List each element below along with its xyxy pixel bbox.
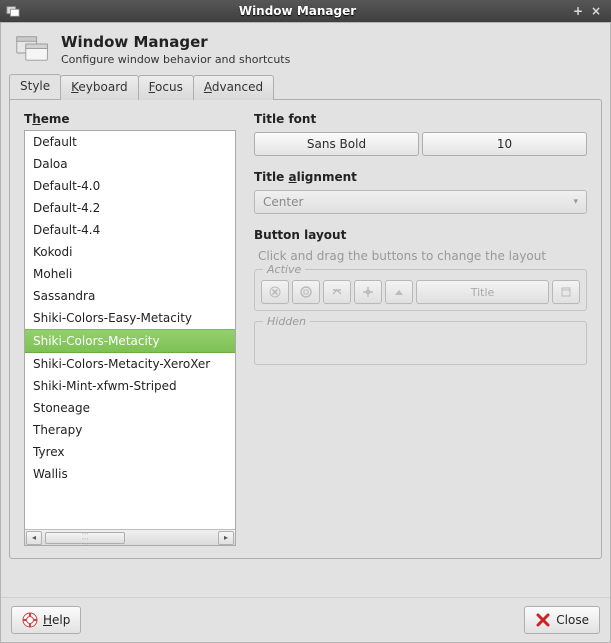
theme-item[interactable]: Default-4.4 bbox=[25, 219, 235, 241]
tab-container: Style Keyboard Focus Advanced Theme Defa… bbox=[1, 74, 610, 559]
window-title: Window Manager bbox=[26, 4, 569, 18]
scroll-track[interactable] bbox=[43, 532, 217, 544]
title-font-label: Title font bbox=[254, 112, 587, 126]
font-chooser-button[interactable]: Sans Bold bbox=[254, 132, 419, 156]
theme-list[interactable]: DefaultDaloaDefault-4.0Default-4.2Defaul… bbox=[24, 130, 236, 546]
theme-item[interactable]: Shiki-Colors-Easy-Metacity bbox=[25, 307, 235, 329]
theme-item[interactable]: Daloa bbox=[25, 153, 235, 175]
theme-item[interactable]: Sassandra bbox=[25, 285, 235, 307]
app-icon bbox=[6, 4, 20, 18]
maximize-button[interactable]: + bbox=[569, 4, 587, 18]
btn-menu-icon[interactable] bbox=[552, 280, 580, 304]
footer: Help Close bbox=[1, 597, 610, 642]
close-button[interactable]: Close bbox=[524, 606, 600, 634]
theme-hscrollbar[interactable]: ◂ ▸ bbox=[25, 529, 235, 545]
tab-keyboard[interactable]: Keyboard bbox=[60, 75, 138, 100]
active-buttons-group: Active Title bbox=[254, 269, 587, 311]
header: Window Manager Configure window behavior… bbox=[1, 23, 610, 74]
theme-item[interactable]: Kokodi bbox=[25, 241, 235, 263]
btn-close-icon[interactable] bbox=[261, 280, 289, 304]
theme-item[interactable]: Moheli bbox=[25, 263, 235, 285]
titlebar[interactable]: Window Manager + × bbox=[0, 0, 611, 22]
btn-title-drag[interactable]: Title bbox=[416, 280, 549, 304]
theme-item[interactable]: Default-4.0 bbox=[25, 175, 235, 197]
tab-style[interactable]: Style bbox=[9, 74, 61, 99]
hidden-legend: Hidden bbox=[263, 315, 310, 328]
theme-item[interactable]: Therapy bbox=[25, 419, 235, 441]
scroll-left-button[interactable]: ◂ bbox=[26, 531, 42, 545]
btn-maximize-icon[interactable] bbox=[292, 280, 320, 304]
page-subtitle: Configure window behavior and shortcuts bbox=[61, 53, 290, 66]
alignment-select[interactable]: Center ▾ bbox=[254, 190, 587, 214]
btn-shade-icon[interactable] bbox=[385, 280, 413, 304]
scroll-right-button[interactable]: ▸ bbox=[218, 531, 234, 545]
windows-icon bbox=[15, 35, 51, 65]
active-legend: Active bbox=[263, 263, 305, 276]
close-window-button[interactable]: × bbox=[587, 4, 605, 18]
window-body: Window Manager Configure window behavior… bbox=[0, 22, 611, 643]
btn-minimize-icon[interactable] bbox=[323, 280, 351, 304]
theme-item[interactable]: Stoneage bbox=[25, 397, 235, 419]
tab-focus[interactable]: Focus bbox=[138, 75, 194, 100]
theme-item[interactable]: Shiki-Colors-Metacity bbox=[25, 329, 235, 353]
close-icon bbox=[535, 612, 551, 628]
tab-advanced[interactable]: Advanced bbox=[193, 75, 274, 100]
help-icon bbox=[22, 612, 38, 628]
theme-item[interactable]: Tyrex bbox=[25, 441, 235, 463]
tab-panel-style: Theme DefaultDaloaDefault-4.0Default-4.2… bbox=[9, 99, 602, 559]
chevron-down-icon: ▾ bbox=[573, 197, 578, 207]
theme-item[interactable]: Shiki-Mint-xfwm-Striped bbox=[25, 375, 235, 397]
hidden-buttons-group[interactable]: Hidden bbox=[254, 321, 587, 365]
button-layout-hint: Click and drag the buttons to change the… bbox=[258, 249, 587, 263]
button-layout-label: Button layout bbox=[254, 228, 587, 242]
theme-item[interactable]: Shiki-Colors-Metacity-XeroXer bbox=[25, 353, 235, 375]
scroll-thumb[interactable] bbox=[45, 532, 125, 544]
theme-label: Theme bbox=[24, 112, 236, 126]
theme-item[interactable]: Default bbox=[25, 131, 235, 153]
theme-item[interactable]: Default-4.2 bbox=[25, 197, 235, 219]
font-size-button[interactable]: 10 bbox=[422, 132, 587, 156]
btn-stick-icon[interactable] bbox=[354, 280, 382, 304]
title-alignment-label: Title alignment bbox=[254, 170, 587, 184]
page-title: Window Manager bbox=[61, 33, 290, 51]
theme-item[interactable]: Wallis bbox=[25, 463, 235, 485]
help-button[interactable]: Help bbox=[11, 606, 81, 634]
